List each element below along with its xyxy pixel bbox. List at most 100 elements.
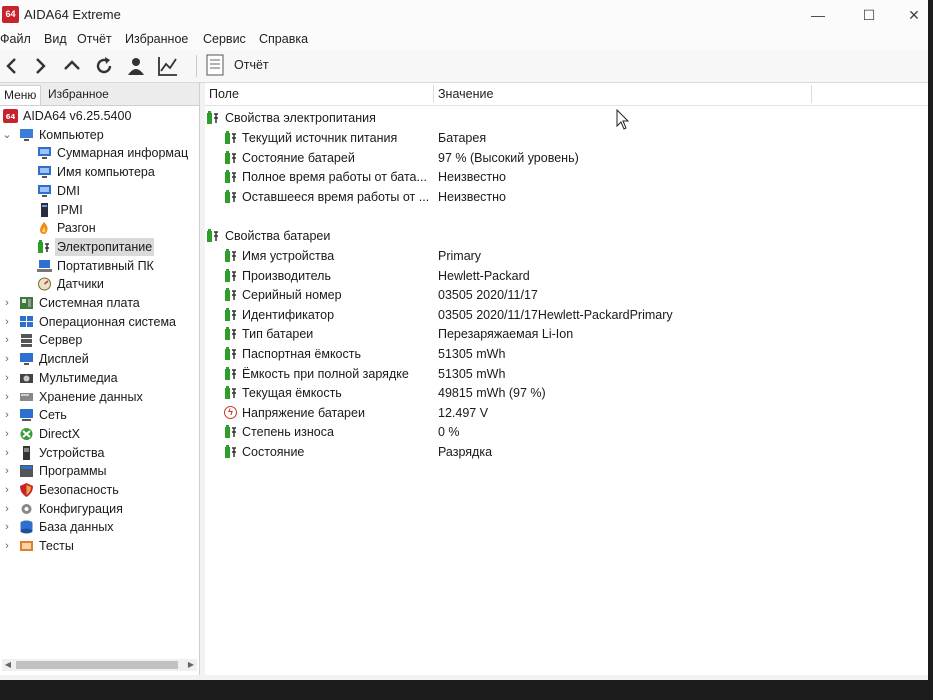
tree-item[interactable]: ⌄ Компьютер — [0, 126, 199, 144]
maximize-button[interactable]: ☐ — [851, 4, 887, 26]
forward-icon[interactable] — [28, 54, 52, 78]
user-icon[interactable] — [124, 54, 148, 78]
property-field[interactable]: Идентификатор — [242, 305, 334, 325]
tree-item[interactable]: 64 AIDA64 v6.25.5400 — [0, 107, 199, 125]
property-value[interactable]: Primary — [438, 246, 481, 266]
tree-item[interactable]: › Хранение данных — [0, 388, 199, 406]
property-value[interactable]: Неизвестно — [438, 167, 506, 187]
tab-favorites[interactable]: Избранное — [44, 85, 113, 104]
tree-item[interactable]: Электропитание — [0, 237, 199, 256]
property-field[interactable]: Паспортная ёмкость — [242, 344, 361, 364]
property-value[interactable]: Перезаряжаемая Li-Ion — [438, 324, 573, 344]
property-value[interactable]: 0 % — [438, 422, 460, 442]
property-field[interactable]: Текущая ёмкость — [242, 383, 342, 403]
menu-view[interactable]: Вид — [44, 32, 67, 46]
property-value[interactable]: 03505 2020/11/17Hewlett-PackardPrimary — [438, 305, 673, 325]
property-field[interactable]: Оставшееся время работы от ... — [242, 187, 429, 207]
menu-favorites[interactable]: Избранное — [125, 32, 188, 46]
tree-item[interactable]: › Сеть — [0, 406, 199, 424]
up-icon[interactable] — [60, 54, 84, 78]
tree-item[interactable]: › Сервер — [0, 331, 199, 349]
tree-item[interactable]: › Операционная система — [0, 313, 199, 331]
tree-item[interactable]: › Тесты — [0, 537, 199, 555]
property-value[interactable]: 49815 mWh (97 %) — [438, 383, 546, 403]
minimize-button[interactable]: — — [800, 4, 836, 26]
expand-chevron-icon[interactable]: › — [2, 388, 12, 406]
tree-item[interactable]: Датчики — [0, 275, 199, 293]
expand-chevron-icon[interactable]: › — [2, 406, 12, 424]
scroll-right-icon[interactable]: ▶ — [185, 659, 197, 671]
scrollbar-thumb[interactable] — [16, 661, 178, 669]
property-value[interactable]: 03505 2020/11/17 — [438, 285, 538, 305]
property-field[interactable]: Степень износа — [242, 422, 334, 442]
expand-chevron-icon[interactable]: › — [2, 518, 12, 536]
chart-icon[interactable] — [156, 54, 180, 78]
property-field[interactable]: Состояние — [242, 442, 304, 462]
menu-report[interactable]: Отчёт — [77, 32, 112, 46]
monitor-icon — [38, 166, 51, 179]
programs-icon — [20, 465, 33, 478]
property-value[interactable]: 51305 mWh — [438, 364, 505, 384]
expand-chevron-icon[interactable]: › — [2, 294, 12, 312]
collapse-chevron-icon[interactable]: ⌄ — [2, 126, 12, 144]
section-header[interactable]: Свойства батареи — [225, 226, 330, 246]
expand-chevron-icon[interactable]: › — [2, 537, 12, 555]
tree-item[interactable]: DMI — [0, 182, 199, 200]
report-button-label[interactable]: Отчёт — [234, 58, 269, 72]
tree-item[interactable]: › Конфигурация — [0, 500, 199, 518]
tree-item[interactable]: Разгон — [0, 219, 199, 237]
property-value[interactable]: 12.497 V — [438, 403, 488, 423]
section-header[interactable]: Свойства электропитания — [225, 108, 376, 128]
property-value[interactable]: Разрядка — [438, 442, 492, 462]
close-button[interactable]: ✕ — [896, 4, 928, 26]
expand-chevron-icon[interactable]: › — [2, 350, 12, 368]
menu-help[interactable]: Справка — [259, 32, 308, 46]
property-value[interactable]: Hewlett-Packard — [438, 266, 530, 286]
property-value[interactable]: 97 % (Высокий уровень) — [438, 148, 579, 168]
tree-item[interactable]: Суммарная информац — [0, 144, 199, 162]
property-field[interactable]: Текущий источник питания — [242, 128, 397, 148]
scroll-left-icon[interactable]: ◀ — [2, 659, 14, 671]
expand-chevron-icon[interactable]: › — [2, 425, 12, 443]
property-field[interactable]: Производитель — [242, 266, 331, 286]
expand-chevron-icon[interactable]: › — [2, 481, 12, 499]
tab-menu[interactable]: Меню — [0, 85, 42, 105]
expand-chevron-icon[interactable]: › — [2, 331, 12, 349]
property-field[interactable]: Ёмкость при полной зарядке — [242, 364, 409, 384]
property-value[interactable]: 51305 mWh — [438, 344, 505, 364]
tree-item[interactable]: › Дисплей — [0, 350, 199, 368]
tree-item[interactable]: › Безопасность — [0, 481, 199, 499]
battery-icon — [225, 150, 236, 164]
tree-item[interactable]: › Программы — [0, 462, 199, 480]
property-value[interactable]: Неизвестно — [438, 187, 506, 207]
back-icon[interactable] — [0, 54, 24, 78]
property-field[interactable]: Тип батареи — [242, 324, 313, 344]
property-field[interactable]: Состояние батарей — [242, 148, 355, 168]
expand-chevron-icon[interactable]: › — [2, 462, 12, 480]
tree-item[interactable]: › Мультимедиа — [0, 369, 199, 387]
column-header-field[interactable]: Поле — [205, 83, 437, 106]
property-value[interactable]: Батарея — [438, 128, 486, 148]
tree-item[interactable]: Имя компьютера — [0, 163, 199, 181]
tree-horizontal-scrollbar[interactable]: ◀ ▶ — [2, 659, 197, 671]
report-icon[interactable] — [206, 54, 224, 76]
menu-service[interactable]: Сервис — [203, 32, 246, 46]
devices-icon — [23, 445, 30, 460]
tree-item[interactable]: › Устройства — [0, 444, 199, 462]
expand-chevron-icon[interactable]: › — [2, 500, 12, 518]
menu-file[interactable]: Файл — [0, 32, 31, 46]
tree-item[interactable]: › База данных — [0, 518, 199, 536]
column-header-value[interactable]: Значение — [434, 83, 814, 106]
property-field[interactable]: Напряжение батареи — [242, 403, 365, 423]
expand-chevron-icon[interactable]: › — [2, 313, 12, 331]
property-field[interactable]: Имя устройства — [242, 246, 334, 266]
property-field[interactable]: Полное время работы от бата... — [242, 167, 427, 187]
tree-item[interactable]: Портативный ПК — [0, 257, 199, 275]
tree-item[interactable]: IPMI — [0, 201, 199, 219]
property-field[interactable]: Серийный номер — [242, 285, 342, 305]
tree-item[interactable]: › Системная плата — [0, 294, 199, 312]
refresh-icon[interactable] — [92, 54, 116, 78]
expand-chevron-icon[interactable]: › — [2, 369, 12, 387]
expand-chevron-icon[interactable]: › — [2, 444, 12, 462]
tree-item[interactable]: › DirectX — [0, 425, 199, 443]
